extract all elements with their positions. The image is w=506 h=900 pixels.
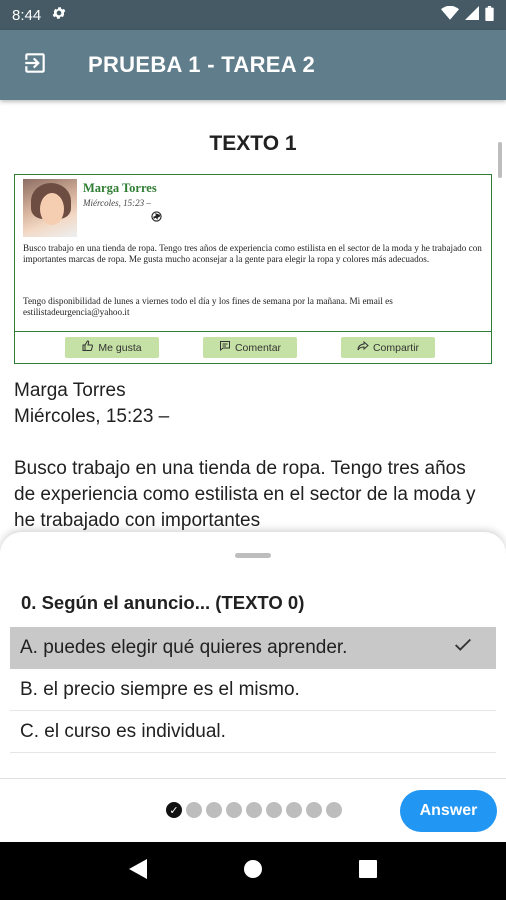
back-button[interactable]	[123, 856, 153, 886]
post-paragraph: Busco trabajo en una tienda de ropa. Ten…	[23, 243, 482, 265]
share-action: Compartir	[341, 337, 435, 358]
author-block: Marga Torres Miércoles, 15:23 –	[14, 378, 169, 430]
progress-dot	[326, 802, 342, 818]
check-icon	[452, 634, 474, 662]
status-time: 8:44	[12, 6, 42, 24]
scrollbar[interactable]	[498, 142, 502, 178]
post-actions: Me gusta Comentar Compartir	[15, 337, 491, 359]
exit-button[interactable]	[0, 30, 70, 100]
reading-content[interactable]: TEXTO 1 Marga Torres Miércoles, 15:23 – …	[0, 100, 506, 540]
share-icon	[357, 340, 369, 355]
thumbs-up-icon	[82, 340, 94, 355]
answer-button[interactable]: Answer	[400, 790, 497, 832]
progress-dot	[246, 802, 262, 818]
home-icon	[243, 859, 263, 884]
option-label: B. el precio siempre es el mismo.	[20, 678, 300, 700]
post-paragraph: Tengo disponibilidad de lunes a viernes …	[23, 296, 393, 318]
option-label: A. puedes elegir qué quieres aprender.	[20, 637, 348, 658]
share-label: Compartir	[372, 341, 420, 354]
app-bar: PRUEBA 1 - TAREA 2	[0, 30, 506, 100]
like-action: Me gusta	[65, 337, 159, 358]
post-divider	[15, 331, 491, 332]
option-label: C. el curso es individual.	[20, 720, 226, 742]
progress-dot	[306, 802, 322, 818]
author-name: Marga Torres	[14, 380, 126, 401]
body-text: Busco trabajo en una tienda de ropa. Ten…	[14, 458, 476, 531]
comment-label: Comentar	[234, 341, 282, 354]
status-bar: 8:44	[0, 0, 506, 30]
progress-dot	[206, 802, 222, 818]
option-c[interactable]: C. el curso es individual.	[10, 711, 496, 753]
exit-icon	[22, 50, 48, 81]
social-post-image: Marga Torres Miércoles, 15:23 – Busco tr…	[14, 174, 492, 364]
progress-indicator: ✓	[166, 802, 342, 818]
signal-icon	[465, 6, 479, 24]
text-heading: TEXTO 1	[209, 132, 297, 155]
back-icon	[128, 858, 147, 884]
comment-action: Comentar	[203, 337, 297, 358]
system-navigation-bar	[0, 842, 506, 900]
sheet-divider	[0, 778, 506, 779]
post-author-name: Marga Torres	[83, 181, 157, 195]
progress-dot-complete: ✓	[166, 802, 182, 818]
question-sheet: 0. Según el anuncio... (TEXTO 0) A. pued…	[0, 532, 506, 842]
recents-button[interactable]	[353, 856, 383, 886]
battery-icon	[485, 5, 494, 25]
settings-icon	[51, 5, 67, 25]
author-date: Miércoles, 15:23 –	[14, 406, 170, 427]
home-button[interactable]	[238, 856, 268, 886]
post-date: Miércoles, 15:23 –	[83, 198, 151, 208]
progress-dot	[266, 802, 282, 818]
page-title: PRUEBA 1 - TAREA 2	[88, 52, 316, 77]
progress-dot	[186, 802, 202, 818]
question-text: 0. Según el anuncio... (TEXTO 0)	[21, 592, 305, 613]
recents-icon	[359, 859, 378, 883]
progress-dot	[286, 802, 302, 818]
comment-icon	[219, 340, 231, 355]
wifi-icon	[441, 5, 459, 24]
globe-icon	[151, 211, 162, 225]
avatar	[23, 179, 77, 237]
sheet-drag-handle[interactable]	[235, 553, 271, 558]
like-label: Me gusta	[98, 341, 142, 354]
progress-dot	[226, 802, 242, 818]
option-b[interactable]: B. el precio siempre es el mismo.	[10, 669, 496, 711]
option-a[interactable]: A. puedes elegir qué quieres aprender.	[10, 627, 496, 669]
